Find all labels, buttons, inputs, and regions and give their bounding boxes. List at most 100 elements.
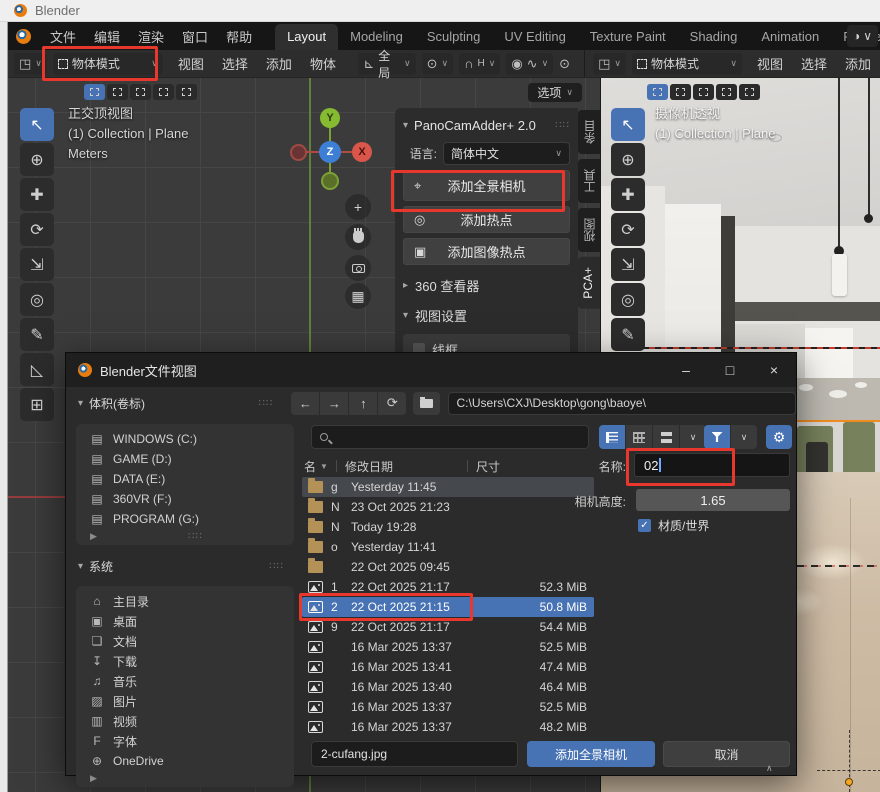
- panel-grip[interactable]: ∷∷: [555, 120, 570, 131]
- viewport-menu-item[interactable]: 视图: [169, 54, 213, 73]
- close-button[interactable]: ×: [752, 353, 796, 387]
- viewport-menu-item[interactable]: 添加: [836, 54, 880, 73]
- camera-view-widget[interactable]: [345, 255, 371, 281]
- file-row[interactable]: o Yesterday 11:41: [302, 537, 594, 557]
- axis-y-negative-handle[interactable]: [321, 172, 339, 190]
- system-item[interactable]: ⌂ 主目录: [76, 591, 294, 611]
- select-mode-button[interactable]: [84, 84, 105, 100]
- tool-button[interactable]: ✎: [611, 318, 645, 351]
- filter-button[interactable]: [704, 425, 730, 449]
- system-item[interactable]: ▥ 视频: [76, 711, 294, 731]
- system-item[interactable]: ❏ 文档: [76, 631, 294, 651]
- system-section-header[interactable]: ▾ 系统 ∷∷: [78, 558, 284, 575]
- column-name[interactable]: 名: [304, 458, 316, 475]
- file-row[interactable]: 16 Mar 2025 13:40 46.4 MiB: [302, 677, 594, 697]
- forward-button[interactable]: →: [320, 392, 348, 415]
- vertical-list-button[interactable]: [599, 425, 625, 449]
- volume-item[interactable]: ▤ GAME (D:): [76, 449, 294, 469]
- filter-options-chevron[interactable]: ∨: [731, 425, 757, 449]
- workspace-tab[interactable]: Layout: [275, 24, 338, 50]
- workspace-tab[interactable]: Animation: [749, 24, 831, 50]
- thumbnail-button[interactable]: [653, 425, 679, 449]
- system-item[interactable]: ▣ 桌面: [76, 611, 294, 631]
- select-mode-button[interactable]: [670, 84, 691, 100]
- proportional-edit-toggle[interactable]: ◉ ∿ ∨: [506, 53, 553, 75]
- volume-item[interactable]: ▤ WINDOWS (C:): [76, 429, 294, 449]
- panel-action-button[interactable]: ▣ 添加图像热点: [403, 238, 570, 265]
- blender-menu-logo-icon[interactable]: [16, 29, 31, 44]
- region-tab[interactable]: 视图: [578, 208, 600, 252]
- editor-type-button[interactable]: ◳ ∨: [593, 53, 626, 75]
- select-mode-button[interactable]: [739, 84, 760, 100]
- region-tab[interactable]: PCA+: [578, 257, 600, 309]
- tool-button[interactable]: ⊞: [20, 388, 54, 421]
- select-mode-button[interactable]: [693, 84, 714, 100]
- menu-item[interactable]: 窗口: [173, 22, 217, 51]
- new-folder-button[interactable]: [413, 392, 439, 415]
- tool-button[interactable]: ✎: [20, 318, 54, 351]
- scene-selector-button[interactable]: ◑ ∨: [847, 25, 878, 47]
- select-mode-button[interactable]: [130, 84, 151, 100]
- refresh-button[interactable]: ⟳: [378, 392, 406, 415]
- file-row[interactable]: 16 Mar 2025 13:37 52.5 MiB: [302, 697, 594, 717]
- pan-widget[interactable]: [345, 224, 371, 250]
- axis-x-negative-handle[interactable]: [290, 144, 307, 161]
- file-row[interactable]: 22 Oct 2025 09:45: [302, 557, 594, 577]
- horizontal-list-button[interactable]: [626, 425, 652, 449]
- menu-item[interactable]: 帮助: [217, 22, 261, 51]
- filename-input[interactable]: 2-cufang.jpg: [311, 741, 518, 767]
- chevron-up-icon[interactable]: ∧: [766, 763, 773, 774]
- volume-item[interactable]: ▤ DATA (E:): [76, 469, 294, 489]
- axis-gizmo[interactable]: Y Z X: [290, 108, 382, 200]
- system-item[interactable]: F 字体: [76, 731, 294, 751]
- display-options-chevron[interactable]: ∨: [680, 425, 706, 449]
- column-date[interactable]: 修改日期: [345, 458, 393, 475]
- system-item[interactable]: ⊕ OneDrive: [76, 751, 294, 771]
- file-row[interactable]: 16 Mar 2025 13:37 48.2 MiB: [302, 717, 594, 737]
- viewport-menu-item[interactable]: 选择: [792, 54, 836, 73]
- tool-button[interactable]: ⇲: [20, 248, 54, 281]
- viewport-menu-item[interactable]: 物体: [301, 54, 345, 73]
- select-mode-button[interactable]: [716, 84, 737, 100]
- select-mode-button[interactable]: [176, 84, 197, 100]
- orientation-dropdown[interactable]: ⊾ 全局 ∨: [358, 53, 415, 75]
- tool-button[interactable]: ◎: [20, 283, 54, 316]
- volumes-section-header[interactable]: ▾ 体积(卷标) ∷∷: [66, 395, 283, 412]
- tool-button[interactable]: ◺: [20, 353, 54, 386]
- workspace-tab[interactable]: Sculpting: [415, 24, 492, 50]
- viewport-menu-item[interactable]: 添加: [257, 54, 301, 73]
- system-item[interactable]: ↧ 下载: [76, 651, 294, 671]
- minimize-button[interactable]: –: [664, 353, 708, 387]
- region-tab[interactable]: 工具: [578, 159, 600, 203]
- workspace-tab[interactable]: UV Editing: [492, 24, 577, 50]
- search-input[interactable]: [311, 425, 589, 449]
- workspace-tab[interactable]: Shading: [678, 24, 750, 50]
- language-dropdown[interactable]: 简体中文 ∨: [443, 142, 570, 165]
- snap-toggle[interactable]: ∩ H ∨: [459, 53, 500, 75]
- back-button[interactable]: ←: [291, 392, 319, 415]
- file-row[interactable]: 16 Mar 2025 13:37 52.5 MiB: [302, 637, 594, 657]
- material-world-checkbox[interactable]: ✓: [638, 519, 651, 532]
- grid-toggle-widget[interactable]: ▦: [345, 283, 371, 309]
- tool-button[interactable]: ⊕: [20, 143, 54, 176]
- tool-button[interactable]: ⟳: [611, 213, 645, 246]
- workspace-tab[interactable]: Modeling: [338, 24, 415, 50]
- tool-button[interactable]: ↖: [611, 108, 645, 141]
- workspace-tab[interactable]: Texture Paint: [578, 24, 678, 50]
- tool-button[interactable]: ◎: [611, 283, 645, 316]
- axis-y-handle[interactable]: Y: [320, 108, 340, 128]
- viewport-menu-item[interactable]: 视图: [748, 54, 792, 73]
- column-size[interactable]: 尺寸: [476, 458, 500, 475]
- select-mode-button[interactable]: [153, 84, 174, 100]
- settings-button[interactable]: ⚙: [766, 425, 792, 449]
- tool-button[interactable]: ↖: [20, 108, 54, 141]
- tool-button[interactable]: ✚: [20, 178, 54, 211]
- collapse-icon[interactable]: ▾: [403, 120, 408, 131]
- select-mode-button[interactable]: [647, 84, 668, 100]
- system-item[interactable]: ▨ 图片: [76, 691, 294, 711]
- tool-button[interactable]: ⟳: [20, 213, 54, 246]
- visibility-icon[interactable]: ⊙: [559, 56, 570, 72]
- system-item[interactable]: ♫ 音乐: [76, 671, 294, 691]
- select-mode-button[interactable]: [107, 84, 128, 100]
- file-row[interactable]: N Today 19:28: [302, 517, 594, 537]
